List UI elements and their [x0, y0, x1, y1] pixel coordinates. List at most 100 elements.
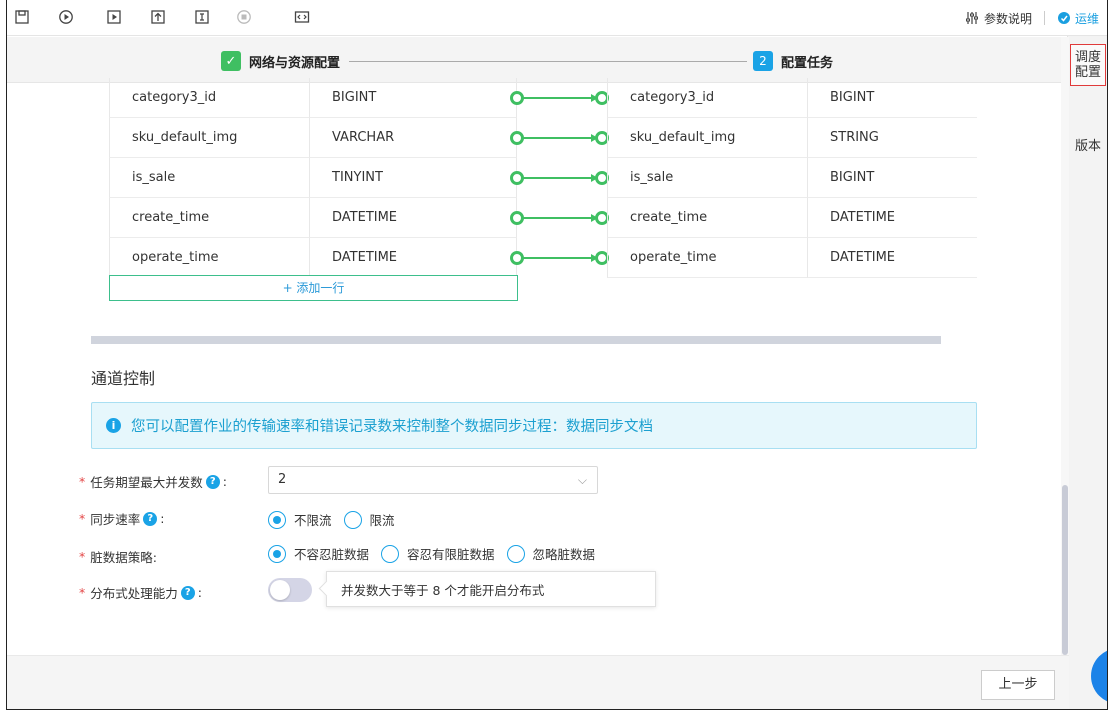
label-colon: : [222, 474, 227, 489]
format-icon[interactable] [193, 8, 211, 26]
dirty-option-ignore[interactable]: 忽略脏数据 [506, 544, 596, 563]
stop-icon[interactable] [235, 8, 253, 26]
source-field-type: BIGINT [309, 78, 517, 118]
concurrency-label: * 任务期望最大并发数 ? : [79, 474, 227, 490]
source-field-name: is_sale [109, 158, 309, 198]
ops-label: 运维 [1074, 11, 1099, 26]
schedule-config-label: 调度配置 [1074, 50, 1101, 80]
rate-label-text: 同步速率 [90, 512, 141, 527]
table-row: sku_default_img VARCHAR sku_default_img … [109, 118, 977, 158]
target-field-name: category3_id [607, 78, 807, 118]
info-text: 您可以配置作业的传输速率和错误记录数来控制整个数据同步过程：数据同步文档 [131, 419, 653, 435]
toolbar: 参数说明 运维 [7, 0, 1107, 36]
info-icon: i [106, 418, 121, 433]
dirty-label-text: 脏数据策略: [90, 550, 157, 565]
rate-option-unlimited[interactable]: 不限流 [268, 510, 332, 529]
table-row: create_time DATETIME create_time DATETIM… [109, 198, 977, 238]
table-row: operate_time DATETIME operate_time DATET… [109, 238, 977, 278]
label-colon: : [160, 511, 165, 526]
table-row: category3_id BIGINT category3_id BIGINT [109, 78, 977, 118]
dirty-option-none[interactable]: 不容忍脏数据 [268, 544, 369, 563]
toolbar-separator [1043, 11, 1045, 25]
source-field-type: DATETIME [309, 198, 517, 238]
radio-label: 忽略脏数据 [532, 547, 596, 562]
radio-selected-icon [268, 510, 286, 529]
table-row: is_sale TINYINT is_sale BIGINT [109, 158, 977, 198]
target-field-type: DATETIME [807, 238, 977, 278]
mapping-connector[interactable] [509, 130, 609, 146]
app-window: 参数说明 运维 调度配置 版本 ✓ 网络与资源配置 2 配置任务 categor… [6, 0, 1108, 710]
schedule-config-tab[interactable]: 调度配置 [1070, 44, 1106, 86]
step-connector-line [349, 61, 747, 62]
params-button[interactable]: 参数说明 [965, 10, 1032, 27]
footer-bar: 上一步 [7, 655, 1069, 709]
rate-label: * 同步速率 ? : [79, 511, 165, 527]
chevron-down-icon: ⌵ [577, 473, 587, 487]
dirty-option-limited[interactable]: 容忍有限脏数据 [381, 544, 495, 563]
previous-step-button[interactable]: 上一步 [981, 670, 1055, 700]
radio-label: 容忍有限脏数据 [407, 547, 495, 562]
mapping-connector[interactable] [509, 170, 609, 186]
concurrency-label-text: 任务期望最大并发数 [90, 475, 203, 490]
right-side-panel: 调度配置 版本 [1067, 36, 1107, 709]
version-label: 版本 [1074, 139, 1101, 154]
save-icon[interactable] [13, 8, 31, 26]
radio-unselected-icon [343, 510, 362, 529]
help-icon[interactable]: ? [205, 474, 220, 489]
distributed-label-text: 分布式处理能力 [90, 586, 178, 601]
help-icon[interactable]: ? [180, 585, 195, 600]
radio-unselected-icon [381, 544, 400, 563]
info-alert: i 您可以配置作业的传输速率和错误记录数来控制整个数据同步过程：数据同步文档 [91, 402, 977, 449]
source-field-type: TINYINT [309, 158, 517, 198]
source-field-name: operate_time [109, 238, 309, 278]
main-content: ✓ 网络与资源配置 2 配置任务 category3_id BIGINT cat… [7, 37, 1069, 655]
radio-label: 不限流 [294, 513, 332, 528]
run-icon[interactable] [57, 8, 75, 26]
concurrency-value: 2 [278, 472, 287, 487]
label-colon: : [197, 585, 202, 600]
target-field-name: is_sale [607, 158, 807, 198]
channel-control-title: 通道控制 [91, 369, 156, 388]
source-field-type: DATETIME [309, 238, 517, 278]
toolbar-right: 参数说明 运维 [965, 0, 1099, 36]
target-field-type: BIGINT [807, 158, 977, 198]
scrollbar-thumb[interactable] [1062, 485, 1068, 655]
target-field-type: STRING [807, 118, 977, 158]
help-icon[interactable]: ? [143, 511, 158, 526]
step1-label: 网络与资源配置 [249, 55, 341, 71]
radio-selected-icon [268, 544, 286, 563]
mapping-connector[interactable] [509, 250, 609, 266]
distributed-toggle[interactable] [268, 578, 312, 602]
code-icon[interactable] [293, 8, 311, 26]
radio-label: 限流 [369, 513, 395, 528]
target-field-name: create_time [607, 198, 807, 238]
add-row-button[interactable]: + 添加一行 [109, 275, 518, 301]
rate-option-limited[interactable]: 限流 [343, 510, 395, 529]
target-field-name: sku_default_img [607, 118, 807, 158]
mapping-connector[interactable] [509, 90, 609, 106]
mapping-connector[interactable] [509, 210, 609, 226]
concurrency-select[interactable]: 2 ⌵ [268, 466, 598, 494]
ops-icon [1057, 12, 1070, 24]
sliders-icon [965, 12, 978, 24]
field-mapping-table: category3_id BIGINT category3_id BIGINT … [109, 78, 977, 278]
source-field-name: create_time [109, 198, 309, 238]
target-field-name: operate_time [607, 238, 807, 278]
step2-label: 配置任务 [781, 55, 834, 71]
source-field-name: category3_id [109, 78, 309, 118]
target-field-type: DATETIME [807, 198, 977, 238]
radio-label: 不容忍脏数据 [294, 547, 370, 562]
dirty-radio-group: 不容忍脏数据 容忍有限脏数据 忽略脏数据 [268, 544, 595, 563]
step-configure-task: 2 配置任务 [753, 51, 833, 71]
step-network-resource: ✓ 网络与资源配置 [221, 51, 340, 71]
version-tab[interactable]: 版本 [1070, 136, 1106, 157]
radio-unselected-icon [506, 544, 525, 563]
ops-button[interactable]: 运维 [1057, 10, 1099, 27]
distributed-label: * 分布式处理能力 ? : [79, 585, 202, 601]
target-field-type: BIGINT [807, 78, 977, 118]
step-bar: ✓ 网络与资源配置 2 配置任务 [7, 37, 1069, 83]
submit-icon[interactable] [149, 8, 167, 26]
dirty-data-label: * 脏数据策略: [79, 549, 157, 565]
rate-radio-group: 不限流 限流 [268, 510, 395, 529]
run-selected-icon[interactable] [105, 8, 123, 26]
